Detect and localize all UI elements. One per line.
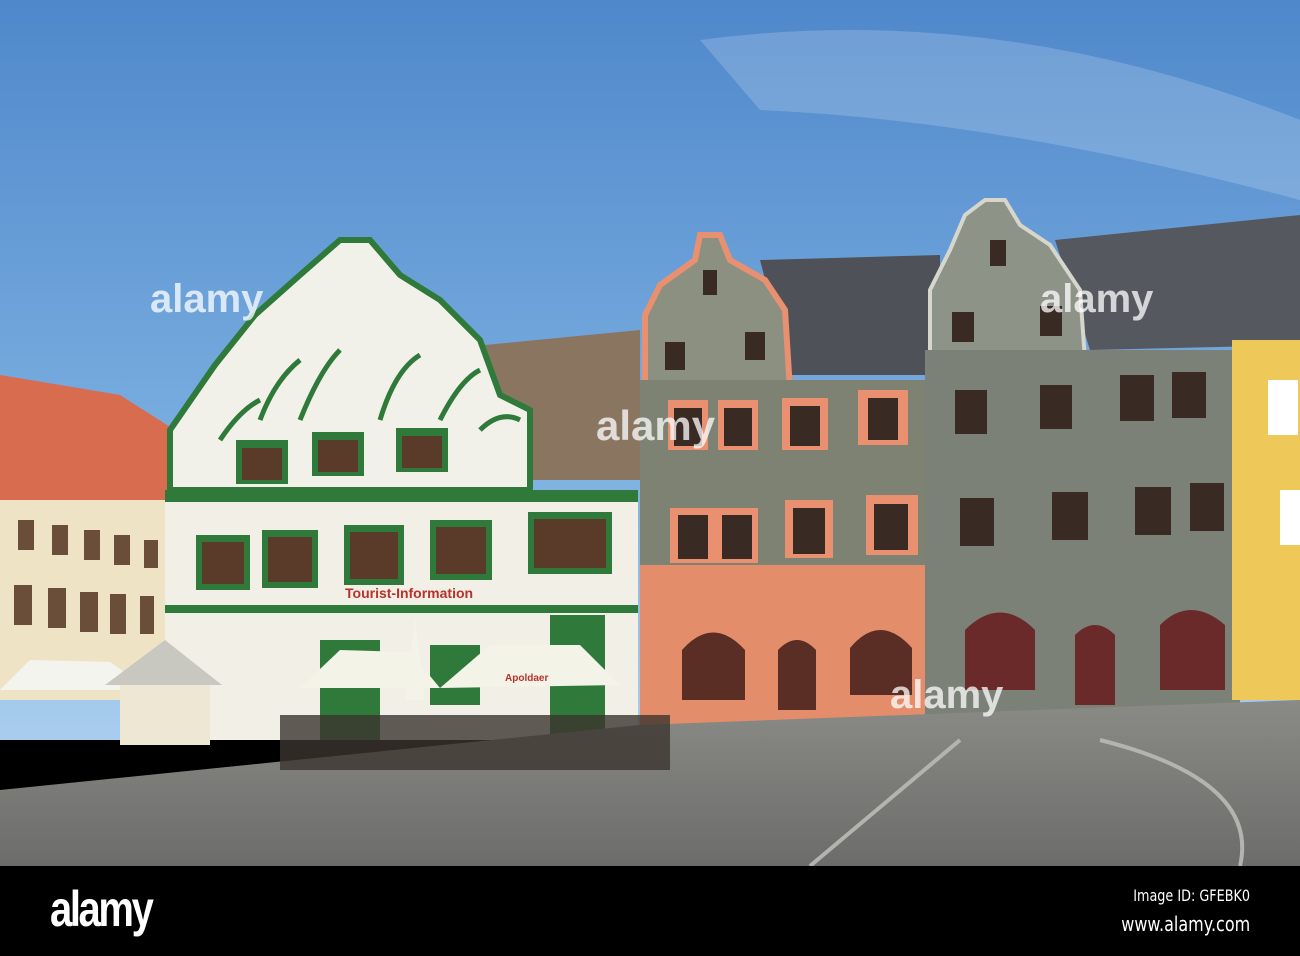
town-square-photo: Tourist-Information Apoldaer alamy alamy… bbox=[0, 0, 1300, 866]
svg-text:alamy: alamy bbox=[1040, 277, 1154, 321]
image-id: Image ID: GFEBK0 bbox=[1133, 886, 1250, 905]
svg-text:alamy: alamy bbox=[596, 402, 716, 449]
svg-text:alamy: alamy bbox=[890, 673, 1004, 717]
umbrella-brand-text: Apoldaer bbox=[505, 673, 548, 684]
yellow-building bbox=[1232, 340, 1300, 700]
site-url: www.alamy.com bbox=[1121, 912, 1250, 936]
left-building bbox=[0, 375, 175, 700]
svg-text:alamy: alamy bbox=[150, 277, 264, 321]
stock-footer: alamy Image ID: GFEBK0 www.alamy.com bbox=[0, 866, 1300, 956]
cranach-house bbox=[640, 232, 940, 730]
tourist-information-sign: Tourist-Information bbox=[345, 585, 473, 601]
alamy-logo: alamy bbox=[50, 881, 154, 937]
